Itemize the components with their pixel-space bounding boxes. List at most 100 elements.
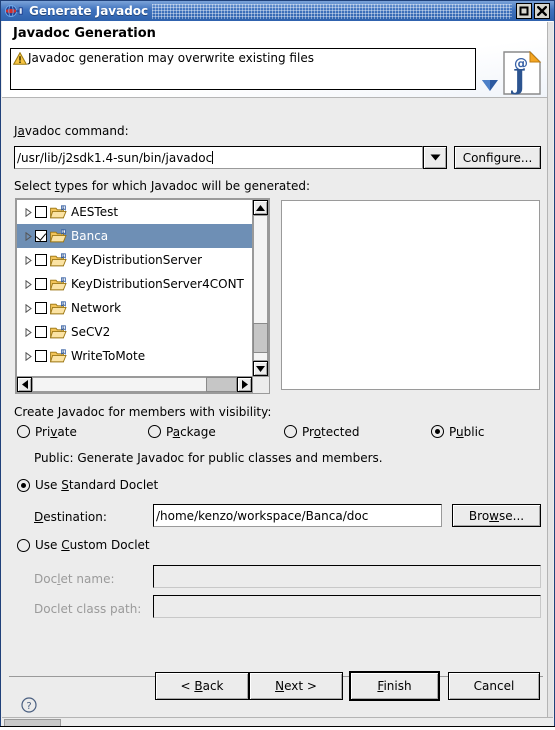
- tree-item-keydistributionserver4cont[interactable]: J KeyDistributionServer4CONT: [17, 272, 252, 296]
- next-button-label: Next >: [275, 679, 317, 693]
- maximize-button[interactable]: [516, 3, 532, 19]
- browse-button[interactable]: Browse...: [452, 504, 541, 527]
- tree-horizontal-scrollbar[interactable]: [16, 376, 253, 393]
- scroll-thumb-horizontal[interactable]: [206, 377, 237, 392]
- javadoc-command-dropdown[interactable]: [423, 146, 447, 169]
- radio-protected-label: Protected: [302, 425, 360, 439]
- doclet-classpath-input[interactable]: [153, 595, 541, 618]
- types-tree[interactable]: J AESTest J Banca J KeyDistributionServer J Key…: [16, 199, 253, 377]
- doclet-name-input[interactable]: [153, 565, 541, 588]
- javadoc-command-label: Javadoc command:: [14, 124, 129, 138]
- package-folder-icon: J: [49, 325, 67, 339]
- radio-custom-doclet-label: Use Custom Doclet: [35, 538, 150, 552]
- dialog-vertical-scrollbar[interactable]: [547, 22, 553, 727]
- tree-item-banca[interactable]: J Banca: [17, 224, 252, 248]
- svg-text:J: J: [61, 206, 64, 211]
- tree-item-checkbox[interactable]: [35, 254, 47, 266]
- browse-button-label: Browse...: [468, 508, 525, 523]
- tree-item-aestest[interactable]: J AESTest: [17, 200, 252, 224]
- tree-item-checkbox[interactable]: [35, 206, 47, 218]
- radio-standard-doclet[interactable]: [17, 479, 30, 492]
- tree-item-checkbox[interactable]: [35, 230, 47, 242]
- dialog-frame: Javadoc Generation Javadoc generation ma…: [0, 21, 555, 730]
- radio-package[interactable]: [148, 425, 161, 438]
- radio-public-label: Public: [449, 425, 485, 439]
- svg-text:J: J: [61, 302, 64, 307]
- tree-item-label: KeyDistributionServer: [71, 253, 203, 267]
- scroll-right-button[interactable]: [237, 377, 252, 392]
- tree-item-label: SeCV2: [71, 325, 111, 339]
- doclet-name-label: Doclet name:: [34, 572, 115, 586]
- javadoc-page-icon: @ J: [502, 50, 542, 96]
- destination-input[interactable]: /home/kenzo/workspace/Banca/doc: [153, 504, 442, 527]
- javadoc-command-input[interactable]: /usr/lib/j2sdk1.4-sun/bin/javadoc: [14, 146, 423, 169]
- javadoc-command-value: /usr/lib/j2sdk1.4-sun/bin/javadoc: [17, 150, 213, 165]
- destination-value: /home/kenzo/workspace/Banca/doc: [156, 508, 369, 523]
- finish-button[interactable]: Finish: [349, 671, 440, 701]
- svg-text:J: J: [61, 350, 64, 355]
- scroll-up-button[interactable]: [253, 200, 268, 215]
- tree-vertical-scrollbar[interactable]: [252, 199, 269, 377]
- tree-item-checkbox[interactable]: [35, 350, 47, 362]
- tree-item-checkbox[interactable]: [35, 302, 47, 314]
- tree-item-checkbox[interactable]: [35, 278, 47, 290]
- warning-message: Javadoc generation may overwrite existin…: [28, 51, 314, 65]
- next-button[interactable]: Next >: [249, 672, 343, 700]
- scroll-left-button[interactable]: [17, 377, 32, 392]
- expand-arrow-icon[interactable]: [21, 231, 35, 241]
- svg-text:J: J: [61, 230, 64, 235]
- svg-text:J: J: [511, 65, 526, 95]
- expand-arrow-icon[interactable]: [21, 207, 35, 217]
- help-question-icon[interactable]: ?: [21, 697, 37, 713]
- window-bottom-edge: [0, 726, 555, 730]
- tree-item-keydistributionserver[interactable]: J KeyDistributionServer: [17, 248, 252, 272]
- radio-private-label: Private: [35, 425, 77, 439]
- tree-item-writetomote[interactable]: J WriteToMote: [17, 344, 252, 368]
- radio-package-label: Package: [166, 425, 216, 439]
- package-folder-icon: J: [49, 253, 67, 267]
- tree-item-secv2[interactable]: J SeCV2: [17, 320, 252, 344]
- svg-text:?: ?: [26, 701, 31, 712]
- expand-arrow-icon[interactable]: [21, 327, 35, 337]
- expand-arrow-icon[interactable]: [21, 279, 35, 289]
- expand-arrow-icon[interactable]: [21, 255, 35, 265]
- tree-item-network[interactable]: J Network: [17, 296, 252, 320]
- radio-standard-doclet-label: Use Standard Doclet: [35, 478, 159, 492]
- window-controls: [516, 3, 550, 19]
- scroll-down-button[interactable]: [253, 361, 268, 376]
- close-button[interactable]: [534, 3, 550, 19]
- radio-public[interactable]: [431, 425, 444, 438]
- chevron-down-icon: [430, 154, 440, 161]
- tree-item-label: WriteToMote: [71, 349, 146, 363]
- expand-arrow-icon[interactable]: [21, 351, 35, 361]
- svg-text:J: J: [61, 254, 64, 259]
- members-panel[interactable]: [281, 200, 540, 390]
- tree-item-checkbox[interactable]: [35, 326, 47, 338]
- radio-protected[interactable]: [284, 425, 297, 438]
- package-folder-icon: J: [49, 205, 67, 219]
- triangle-down-icon: [256, 365, 265, 372]
- expand-arrow-icon[interactable]: [21, 303, 35, 313]
- scroll-thumb-vertical[interactable]: [253, 323, 268, 353]
- svg-text:J: J: [61, 278, 64, 283]
- destination-label: Destination:: [34, 510, 107, 524]
- close-icon: [537, 6, 547, 16]
- finish-button-label: Finish: [377, 679, 412, 693]
- cancel-button[interactable]: Cancel: [448, 672, 540, 700]
- configure-button[interactable]: Configure...: [454, 146, 541, 169]
- back-button-label: < Back: [180, 679, 224, 693]
- radio-custom-doclet[interactable]: [17, 539, 30, 552]
- triangle-left-icon: [21, 380, 28, 389]
- package-folder-icon: J: [49, 301, 67, 315]
- tree-item-label: Banca: [71, 229, 109, 243]
- visibility-description: Public: Generate Javadoc for public clas…: [34, 451, 383, 465]
- radio-private[interactable]: [17, 425, 30, 438]
- generate-javadoc-window: Generate Javadoc Javadoc Generation Java…: [0, 0, 555, 730]
- globe-pin-icon: [4, 4, 23, 19]
- back-button[interactable]: < Back: [155, 672, 249, 700]
- triangle-up-icon: [256, 204, 265, 211]
- configure-button-label: Configure...: [462, 150, 533, 165]
- window-title: Generate Javadoc: [29, 4, 149, 18]
- visibility-label: Create Javadoc for members with visibili…: [14, 405, 272, 419]
- tree-item-label: AESTest: [71, 205, 119, 219]
